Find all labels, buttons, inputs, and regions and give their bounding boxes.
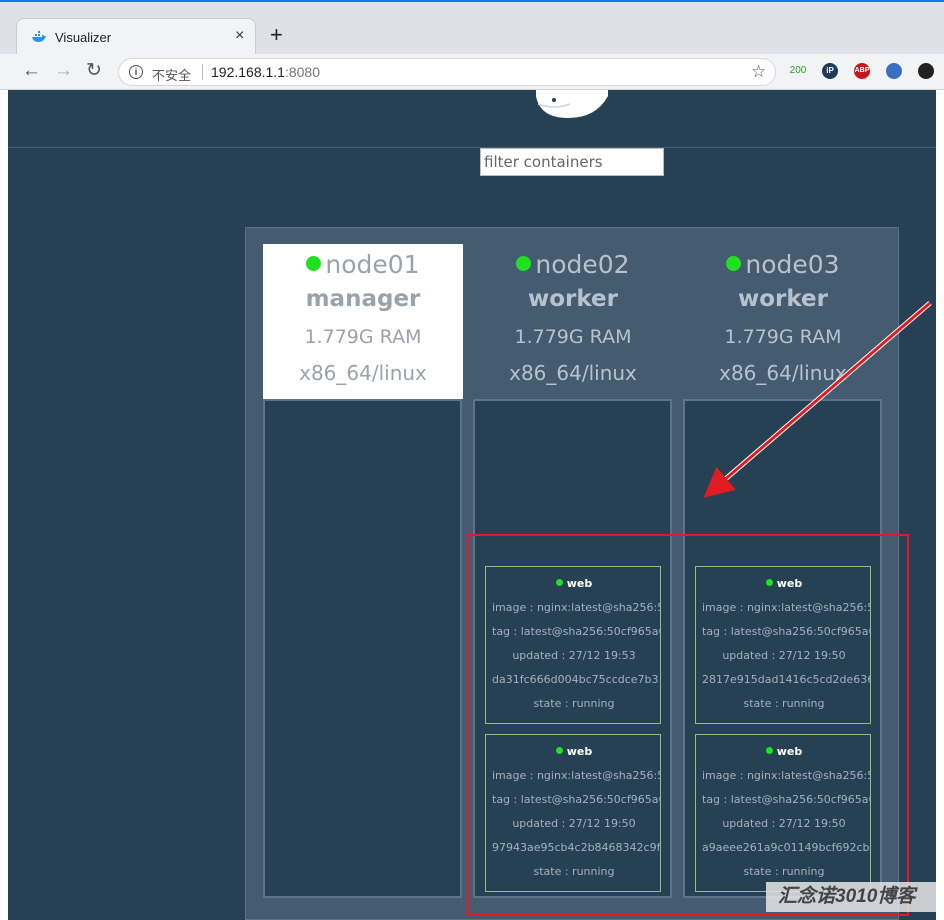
annotation-highlight-box	[467, 534, 909, 916]
watermark: 汇念诺3010博客	[766, 882, 936, 912]
